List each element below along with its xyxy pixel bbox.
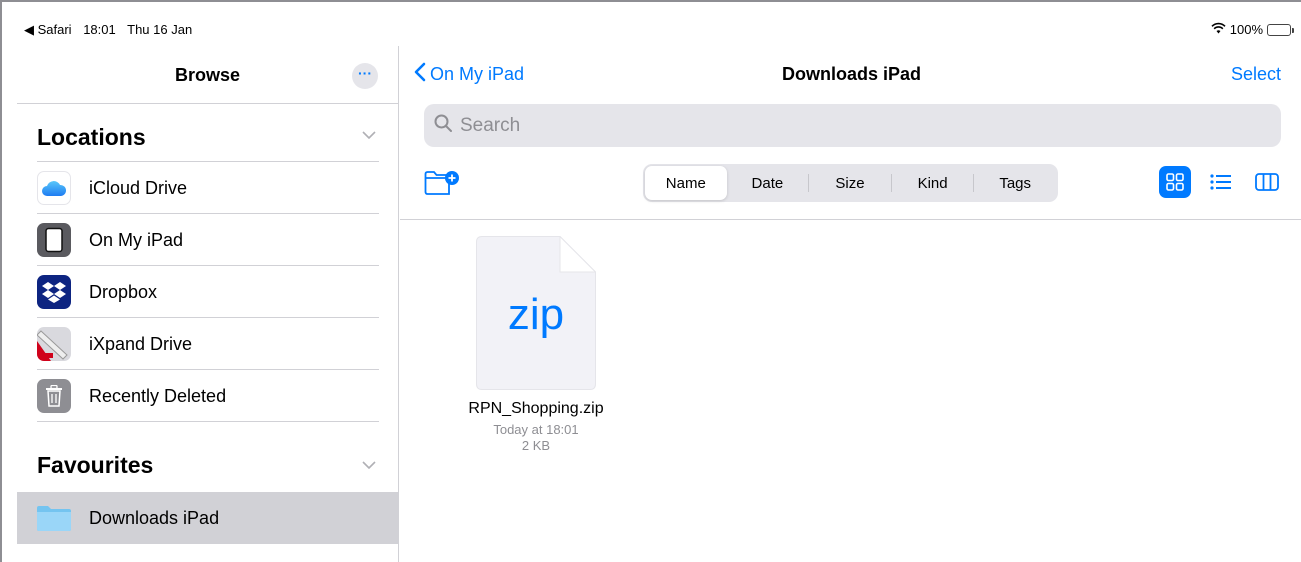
status-time: 18:01 xyxy=(83,22,116,37)
more-options-button[interactable]: ··· xyxy=(352,63,378,89)
sidebar-item-icloud-drive[interactable]: iCloud Drive xyxy=(17,162,398,214)
chevron-down-icon[interactable] xyxy=(362,456,376,472)
grid-view-icon[interactable] xyxy=(1159,166,1191,198)
sort-tab-name[interactable]: Name xyxy=(645,166,727,200)
favourites-section-header[interactable]: Favourites xyxy=(17,422,398,492)
icloud-icon xyxy=(37,171,71,205)
locations-title: Locations xyxy=(37,124,146,150)
sidebar-item-ixpand-drive[interactable]: iXpand Drive xyxy=(17,318,398,370)
search-field[interactable]: Search xyxy=(424,104,1281,147)
sidebar-title: Browse xyxy=(174,65,241,85)
status-bar-right: 100% xyxy=(1211,22,1294,37)
file-extension-label: zip xyxy=(507,290,565,339)
locations-section-header[interactable]: Locations xyxy=(17,104,398,162)
sidebar-item-label: iCloud Drive xyxy=(89,177,188,198)
search-placeholder: Search xyxy=(460,114,521,136)
folder-icon xyxy=(37,501,71,535)
sidebar-header: Browse ··· xyxy=(17,46,398,104)
file-date: Today at 18:01 xyxy=(493,422,579,437)
sidebar-item-label: On My iPad xyxy=(89,229,184,250)
sort-tab-date[interactable]: Date xyxy=(727,166,809,200)
favourites-title: Favourites xyxy=(37,452,154,478)
sort-segmented-control: Name Date Size Kind Tags xyxy=(643,164,1058,202)
sort-tab-kind[interactable]: Kind xyxy=(892,166,974,200)
battery-percent: 100% xyxy=(1229,22,1263,37)
sidebar-item-recently-deleted[interactable]: Recently Deleted xyxy=(17,370,398,422)
status-date: Thu 16 Jan xyxy=(127,22,193,37)
sidebar-item-on-my-ipad[interactable]: On My iPad xyxy=(17,214,398,266)
sidebar-item-label: Downloads iPad xyxy=(89,507,220,528)
sidebar-item-downloads-ipad[interactable]: Downloads iPad xyxy=(17,492,398,544)
status-bar-left: ◀ Safari 18:01 Thu 16 Jan xyxy=(24,22,200,38)
sort-tab-tags[interactable]: Tags xyxy=(974,166,1056,200)
sidebar-item-label: iXpand Drive xyxy=(89,333,193,354)
ipad-icon xyxy=(37,223,71,257)
sort-tab-size[interactable]: Size xyxy=(809,166,891,200)
ixpand-icon xyxy=(37,327,71,361)
page-title: Downloads iPad xyxy=(781,64,922,84)
battery-icon xyxy=(1267,23,1294,36)
sidebar-item-label: Recently Deleted xyxy=(89,385,227,406)
zip-file-icon: zip xyxy=(476,235,597,390)
trash-icon xyxy=(37,379,71,413)
back-to-app-link[interactable]: ◀ Safari xyxy=(24,22,72,37)
file-name: RPN_Shopping.zip xyxy=(468,400,604,417)
sidebar: Browse ··· Locations iCloud Drive On My … xyxy=(17,46,399,562)
file-item[interactable]: zip RPN_Shopping.zip Today at 18:01 2 KB xyxy=(450,235,622,454)
dropbox-icon xyxy=(37,275,71,309)
select-button[interactable]: Select xyxy=(1231,64,1281,85)
new-folder-icon[interactable] xyxy=(424,170,460,201)
list-view-icon[interactable] xyxy=(1205,166,1237,198)
sidebar-item-dropbox[interactable]: Dropbox xyxy=(17,266,398,318)
main-pane: On My iPad Downloads iPad Select Search … xyxy=(400,46,1301,562)
view-mode-switcher xyxy=(1159,166,1283,198)
chevron-down-icon[interactable] xyxy=(362,126,376,142)
search-icon xyxy=(434,114,452,138)
sidebar-item-label: Dropbox xyxy=(89,281,158,302)
wifi-icon xyxy=(1211,22,1226,37)
file-size: 2 KB xyxy=(521,438,551,453)
toolbar-divider xyxy=(400,219,1301,220)
files-app-screen: ◀ Safari 18:01 Thu 16 Jan 100% Browse ··… xyxy=(0,0,1301,562)
column-view-icon[interactable] xyxy=(1251,166,1283,198)
